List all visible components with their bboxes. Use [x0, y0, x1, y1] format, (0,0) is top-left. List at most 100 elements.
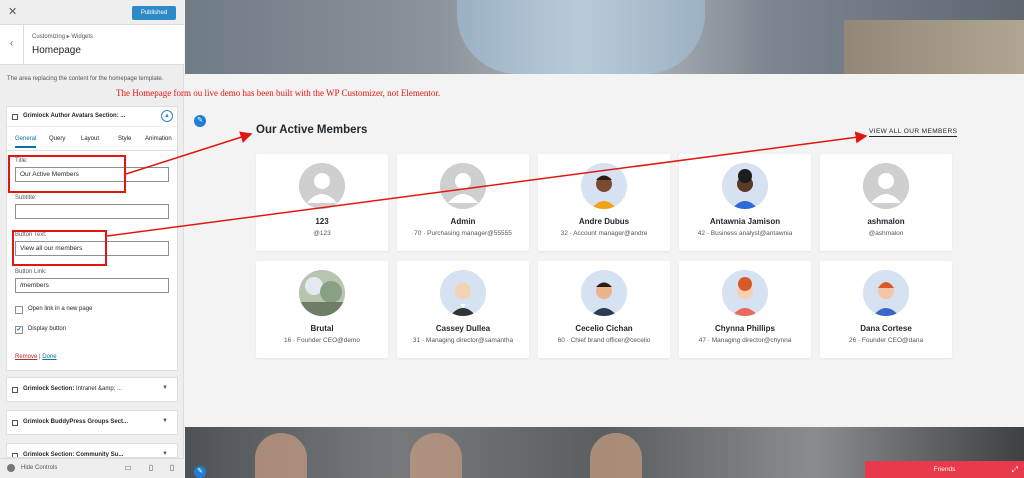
display-button-checkbox[interactable]: ✔	[15, 326, 23, 334]
section-item-intranet[interactable]: Grimlock Section: Intranet &amp; ... ▼	[6, 377, 178, 402]
button-link-input[interactable]: /members	[15, 278, 169, 293]
member-meta: 42 · Business analyst@antawnia	[697, 230, 793, 237]
member-avatar[interactable]	[863, 270, 909, 316]
section-item-groups[interactable]: Grimlock BuddyPress Groups Sect... ▼	[6, 410, 178, 435]
member-name[interactable]: Dana Cortese	[820, 324, 952, 333]
member-name[interactable]: 123	[256, 217, 388, 226]
member-card[interactable]: Antawnia Jamison 42 · Business analyst@an…	[679, 154, 811, 251]
member-avatar[interactable]	[722, 163, 768, 209]
member-name[interactable]: ashmalon	[820, 217, 952, 226]
member-card[interactable]: ashmalon @ashmalon	[820, 154, 952, 251]
breadcrumb: Customizing ▸ Widgets	[32, 34, 94, 40]
remove-link[interactable]: Remove	[15, 354, 37, 360]
close-icon[interactable]: ✕	[8, 5, 18, 19]
section-icon	[12, 420, 18, 426]
hero-person	[457, 0, 705, 74]
widget-tabs: General Query Layout Style Animation	[7, 131, 177, 151]
member-card[interactable]: Andre Dubus 32 · Account manager@andre	[538, 154, 670, 251]
hero-image	[185, 0, 1024, 74]
member-name[interactable]: Antawnia Jamison	[679, 217, 811, 226]
member-card[interactable]: 123 @123	[256, 154, 388, 251]
member-name[interactable]: Brutal	[256, 324, 388, 333]
edit-pencil-icon[interactable]: ✎	[194, 115, 206, 127]
tab-query[interactable]: Query	[49, 136, 65, 142]
member-avatar[interactable]	[722, 270, 768, 316]
section-label: Grimlock Section: Intranet &amp; ...	[23, 386, 123, 392]
member-meta: 32 · Account manager@andre	[560, 230, 648, 237]
display-button-label: Display button	[28, 326, 67, 332]
member-avatar[interactable]	[440, 163, 486, 209]
hide-controls-label[interactable]: Hide Controls	[21, 465, 57, 471]
member-meta: 16 · Founder CEO@demo	[284, 337, 360, 344]
member-card[interactable]: Cecelio Cichan 60 · Chief brand officer@c…	[538, 261, 670, 358]
panel-header: ‹ Customizing ▸ Widgets Homepage	[0, 25, 184, 65]
highlight-box	[8, 155, 126, 193]
tab-layout[interactable]: Layout	[81, 136, 99, 142]
subtitle-label: Subtitle:	[15, 195, 37, 201]
tab-style[interactable]: Style	[118, 136, 131, 142]
hide-controls-icon[interactable]	[7, 464, 15, 472]
member-name[interactable]: Admin	[397, 217, 529, 226]
button-link-label: Button Link:	[15, 269, 47, 275]
widget-title: Grimlock Author Avatars Section: ...	[23, 113, 126, 119]
member-meta: 26 · Founder CEO@dana	[848, 337, 924, 344]
edit-pencil-icon[interactable]: ✎	[194, 466, 206, 478]
annotation-text: The Homepage form ou live demo has been …	[116, 88, 441, 98]
publish-button[interactable]: Published	[132, 6, 176, 20]
tablet-icon[interactable]: ▯	[146, 463, 156, 473]
footer-person	[255, 433, 307, 478]
member-meta: 60 · Chief brand officer@cecelio	[557, 337, 651, 344]
expand-icon[interactable]: ▼	[162, 451, 168, 457]
member-meta: 70 · Purchasing manager@55555	[414, 230, 512, 237]
expand-icon[interactable]: ▼	[162, 385, 168, 391]
section-item-community[interactable]: Grimlock Section: Community Su... ▼	[6, 443, 178, 458]
widget-icon	[12, 114, 18, 120]
member-avatar[interactable]	[440, 270, 486, 316]
subtitle-input[interactable]	[15, 204, 169, 219]
highlight-box	[12, 230, 107, 266]
friends-tab[interactable]: Friends ⤢	[865, 461, 1024, 478]
section-label: Grimlock BuddyPress Groups Sect...	[23, 419, 129, 425]
customizer-footer: Hide Controls ▭ ▯ ▯	[0, 458, 184, 478]
customizer-topbar: ✕ Published	[0, 0, 184, 25]
member-card[interactable]: Cassey Dullea 31 · Managing director@sama…	[397, 261, 529, 358]
member-meta: @ashmalon	[868, 230, 904, 237]
member-avatar[interactable]	[581, 163, 627, 209]
member-card[interactable]: Chynna Phillips 47 · Managing director@ch…	[679, 261, 811, 358]
panel-title: Homepage	[32, 45, 81, 56]
back-icon[interactable]: ‹	[0, 25, 24, 65]
member-name[interactable]: Chynna Phillips	[679, 324, 811, 333]
desktop-icon[interactable]: ▭	[123, 463, 133, 473]
member-avatar[interactable]	[299, 163, 345, 209]
widget-header[interactable]: Grimlock Author Avatars Section: ... ▲	[7, 107, 177, 127]
collapse-icon[interactable]: ▲	[161, 110, 173, 122]
open-new-page-label: Open link in a new page	[28, 306, 93, 312]
member-avatar[interactable]	[863, 163, 909, 209]
done-link[interactable]: Done	[42, 354, 56, 360]
panel-description: The area replacing the content for the h…	[7, 76, 164, 82]
expand-icon[interactable]: ▼	[162, 418, 168, 424]
member-meta: @123	[313, 230, 331, 237]
tab-general[interactable]: General	[15, 136, 37, 148]
expand-icon[interactable]: ⤢	[1012, 461, 1018, 478]
member-name[interactable]: Andre Dubus	[538, 217, 670, 226]
footer-person	[590, 433, 642, 478]
member-meta: 47 · Managing director@chynna	[698, 337, 792, 344]
member-name[interactable]: Cassey Dullea	[397, 324, 529, 333]
member-avatar[interactable]	[581, 270, 627, 316]
widget-actions: Remove | Done	[15, 354, 57, 360]
member-avatar[interactable]	[299, 270, 345, 316]
member-name[interactable]: Cecelio Cichan	[538, 324, 670, 333]
tab-animation[interactable]: Animation	[145, 136, 172, 142]
member-meta: 31 · Managing director@samantha	[412, 337, 514, 344]
separator: |	[39, 354, 41, 360]
member-card[interactable]: Admin 70 · Purchasing manager@55555	[397, 154, 529, 251]
section-icon	[12, 387, 18, 393]
open-new-page-checkbox[interactable]	[15, 306, 23, 314]
member-card[interactable]: Brutal 16 · Founder CEO@demo	[256, 261, 388, 358]
footer-person	[410, 433, 462, 478]
member-card[interactable]: Dana Cortese 26 · Founder CEO@dana	[820, 261, 952, 358]
hero-table	[844, 20, 1024, 74]
view-all-members-link[interactable]: VIEW ALL OUR MEMBERS	[869, 128, 958, 137]
mobile-icon[interactable]: ▯	[167, 463, 177, 473]
